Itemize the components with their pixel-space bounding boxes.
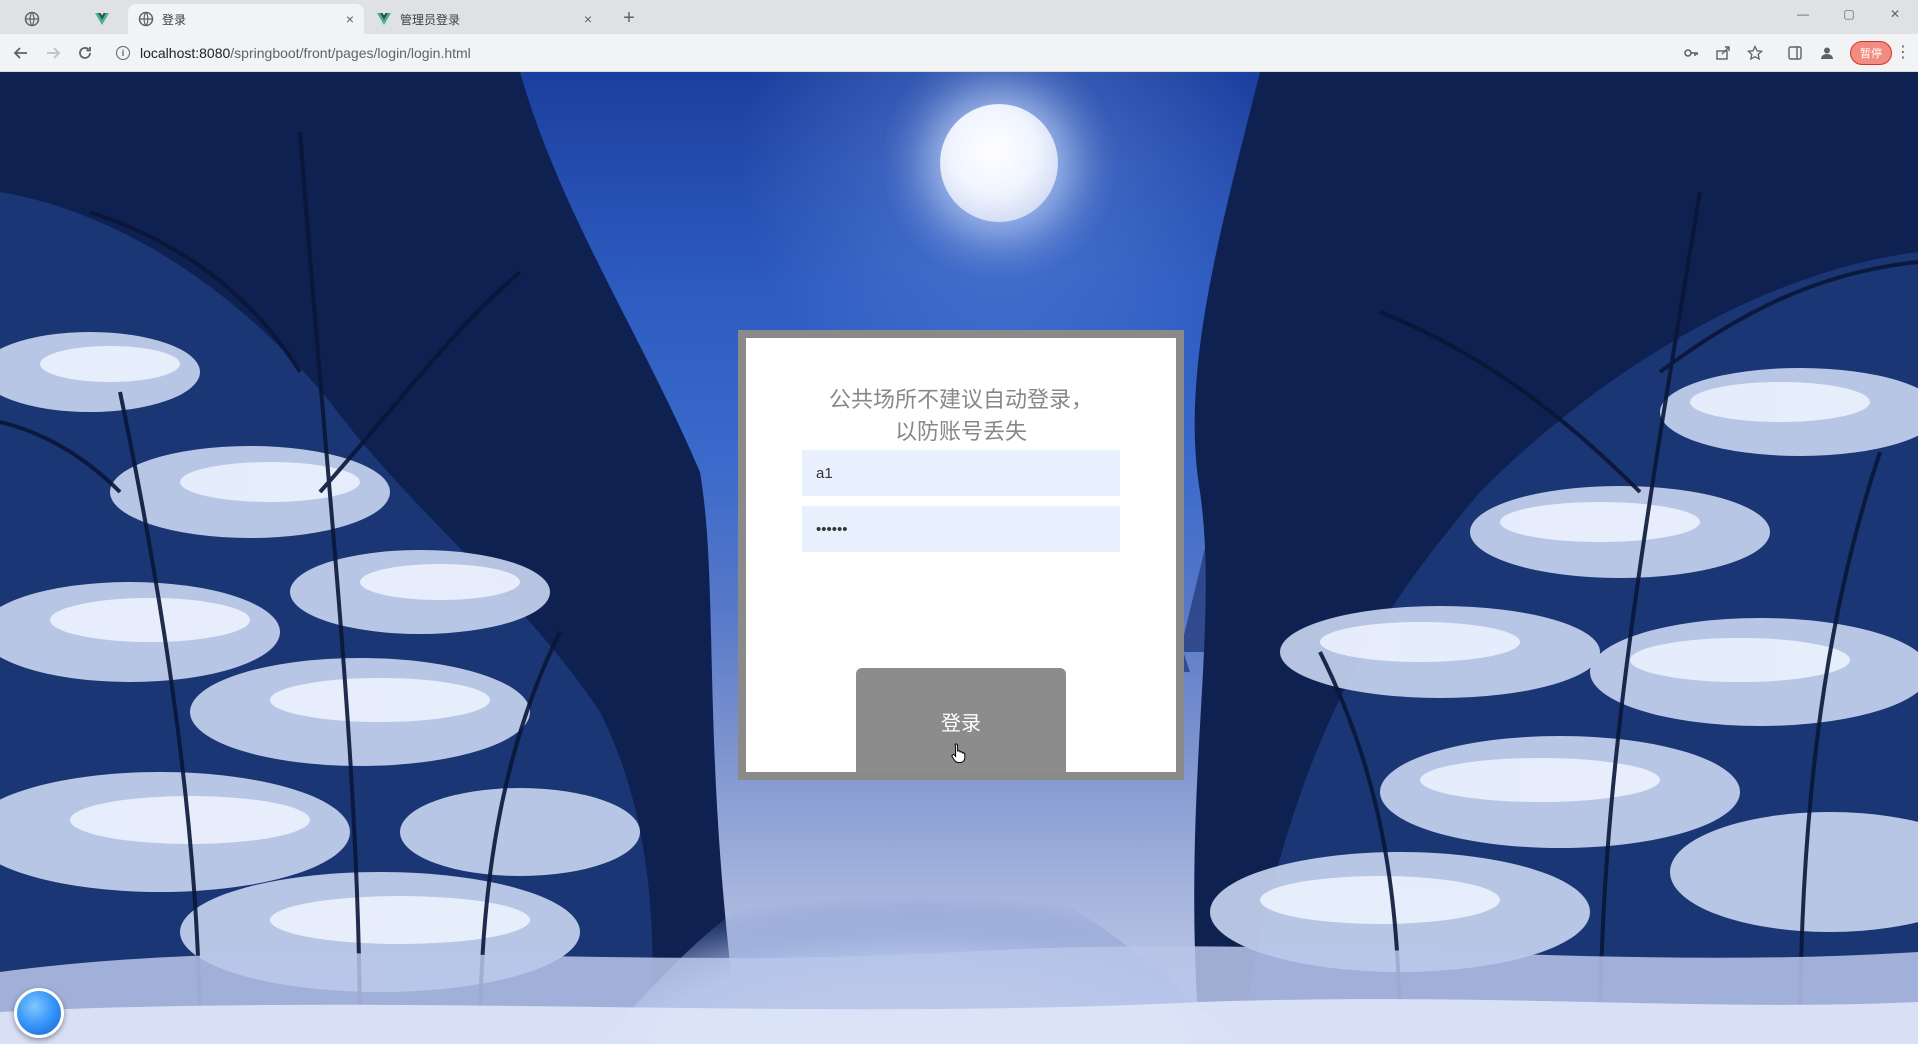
password-input[interactable]: [802, 506, 1120, 552]
new-tab-button[interactable]: +: [616, 6, 642, 32]
bookmark-star-icon[interactable]: [1744, 42, 1766, 64]
globe-icon: [138, 11, 154, 27]
close-window-icon[interactable]: ✕: [1872, 0, 1918, 28]
forward-arrow-icon[interactable]: [40, 40, 66, 66]
tab-title: 管理员登录: [400, 12, 461, 27]
back-arrow-icon[interactable]: [8, 40, 34, 66]
address-bar[interactable]: i localhost:8080 /springboot/front/pages…: [108, 39, 1668, 67]
globe-icon: [24, 11, 40, 27]
moon: [940, 104, 1058, 222]
tab-pinned-1[interactable]: [14, 4, 54, 34]
sidepanel-icon[interactable]: [1784, 42, 1806, 64]
auto-login-notice: 公共场所不建议自动登录， 以防账号丢失: [746, 384, 1176, 448]
browser-toolbar: i localhost:8080 /springboot/front/pages…: [0, 34, 1918, 72]
login-card: 公共场所不建议自动登录， 以防账号丢失 登录: [738, 330, 1184, 780]
tab-login[interactable]: 登录 ×: [128, 4, 364, 34]
reload-icon[interactable]: [72, 40, 98, 66]
maximize-icon[interactable]: ▢: [1826, 0, 1872, 28]
browser-tabstrip: 登录 × 管理员登录 × + — ▢ ✕: [0, 0, 1918, 34]
floating-assistant-ball[interactable]: [14, 988, 64, 1038]
share-icon[interactable]: [1712, 42, 1734, 64]
notice-line-2: 以防账号丢失: [894, 419, 1027, 444]
key-icon[interactable]: [1680, 42, 1702, 64]
url-host: localhost:8080: [140, 45, 231, 61]
tab-title: 登录: [162, 12, 187, 27]
browser-menu-icon[interactable]: ⋮: [1894, 42, 1912, 64]
tab-close-icon[interactable]: ×: [346, 11, 354, 27]
tab-pinned-2[interactable]: [84, 4, 124, 34]
site-info-icon[interactable]: i: [116, 46, 130, 60]
vue-icon: [377, 13, 391, 25]
url-path: /springboot/front/pages/login/login.html: [230, 45, 471, 61]
notice-line-1: 公共场所不建议自动登录，: [828, 387, 1093, 412]
username-input[interactable]: [802, 450, 1120, 496]
hand-pointer-icon: [951, 743, 966, 763]
vue-icon: [95, 13, 109, 25]
page-viewport: 公共场所不建议自动登录， 以防账号丢失 登录: [0, 72, 1918, 1044]
window-controls: — ▢ ✕: [1780, 0, 1918, 28]
profile-avatar-icon[interactable]: [1816, 42, 1838, 64]
minimize-icon[interactable]: —: [1780, 0, 1826, 28]
tab-close-icon[interactable]: ×: [584, 11, 592, 27]
tab-admin-login[interactable]: 管理员登录 ×: [366, 4, 602, 34]
paused-profile-button[interactable]: 暂停: [1850, 41, 1892, 65]
